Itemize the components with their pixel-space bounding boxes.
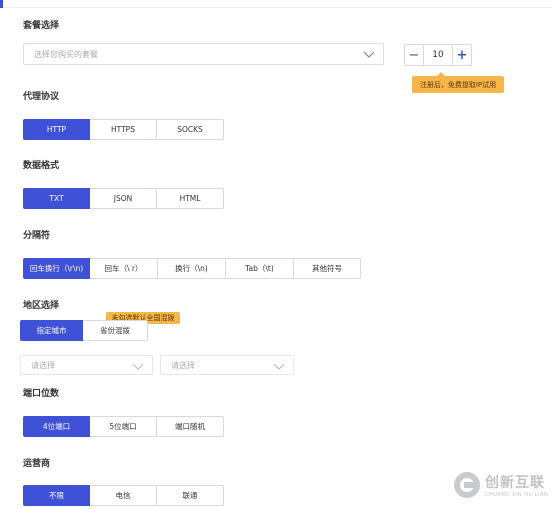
protocol-options: HTTP HTTPS SOCKS xyxy=(23,119,224,140)
chevron-down-icon xyxy=(273,363,285,370)
separator-option-cr[interactable]: 回车（\ r） xyxy=(89,258,158,279)
city-select-placeholder: 请选择 xyxy=(171,360,195,370)
separator-option-lf[interactable]: 换行（\n) xyxy=(157,258,226,279)
port-section-title: 端口位数 xyxy=(23,389,60,399)
separator-section-title: 分隔符 xyxy=(23,231,51,241)
chevron-down-icon xyxy=(132,363,144,370)
package-select-placeholder: 选择您购买的套餐 xyxy=(34,49,98,59)
brand-watermark: 创新互联 CHUANG XIN HU LIAN xyxy=(454,467,550,503)
city-select[interactable]: 请选择 xyxy=(160,355,294,375)
top-divider xyxy=(0,0,553,8)
format-section-title: 数据格式 xyxy=(23,161,60,171)
active-tab-indicator xyxy=(0,0,3,8)
separator-option-tab[interactable]: Tab（\t) xyxy=(225,258,294,279)
port-options: 4位端口 5位端口 端口随机 xyxy=(23,416,224,437)
protocol-section-title: 代理协议 xyxy=(23,92,60,102)
quantity-stepper: − 10 + xyxy=(404,44,472,66)
package-section-title: 套餐选择 xyxy=(23,21,60,31)
brand-logo-icon xyxy=(454,472,480,498)
format-options: TXT JSON HTML xyxy=(23,188,224,209)
increment-button[interactable]: + xyxy=(452,44,472,66)
quantity-value[interactable]: 10 xyxy=(424,44,452,66)
trial-tooltip: 注册后，免费提取IP试用 xyxy=(412,76,504,93)
format-option-txt[interactable]: TXT xyxy=(23,188,90,209)
carrier-option-any[interactable]: 不限 xyxy=(23,485,90,506)
package-select[interactable]: 选择您购买的套餐 xyxy=(23,43,384,65)
separator-option-crlf[interactable]: 回车换行（\r\n) xyxy=(23,258,90,279)
region-option-province[interactable]: 省份混拨 xyxy=(82,320,148,341)
province-select[interactable]: 请选择 xyxy=(20,355,153,375)
separator-options: 回车换行（\r\n) 回车（\ r） 换行（\n) Tab（\t) 其他符号 xyxy=(23,258,361,279)
region-options: 指定城市 省份混拨 xyxy=(20,320,148,341)
province-select-placeholder: 请选择 xyxy=(31,360,55,370)
separator-option-other[interactable]: 其他符号 xyxy=(293,258,361,279)
carrier-option-unicom[interactable]: 联通 xyxy=(156,485,224,506)
watermark-sub: CHUANG XIN HU LIAN xyxy=(485,492,549,498)
port-option-random[interactable]: 端口随机 xyxy=(156,416,224,437)
protocol-option-https[interactable]: HTTPS xyxy=(89,119,157,140)
watermark-brand: 创新互联 xyxy=(485,475,545,491)
chevron-down-icon xyxy=(363,51,375,58)
format-option-json[interactable]: JSON xyxy=(89,188,157,209)
carrier-options: 不限 电信 联通 xyxy=(23,485,224,506)
decrement-button[interactable]: − xyxy=(404,44,424,66)
port-option-4[interactable]: 4位端口 xyxy=(23,416,90,437)
protocol-option-http[interactable]: HTTP xyxy=(23,119,90,140)
carrier-section-title: 运营商 xyxy=(23,459,51,469)
carrier-option-telecom[interactable]: 电信 xyxy=(89,485,157,506)
format-option-html[interactable]: HTML xyxy=(156,188,224,209)
region-section-title: 地区选择 xyxy=(23,301,60,311)
port-option-5[interactable]: 5位端口 xyxy=(89,416,157,437)
region-option-city[interactable]: 指定城市 xyxy=(20,320,83,341)
protocol-option-socks[interactable]: SOCKS xyxy=(156,119,224,140)
